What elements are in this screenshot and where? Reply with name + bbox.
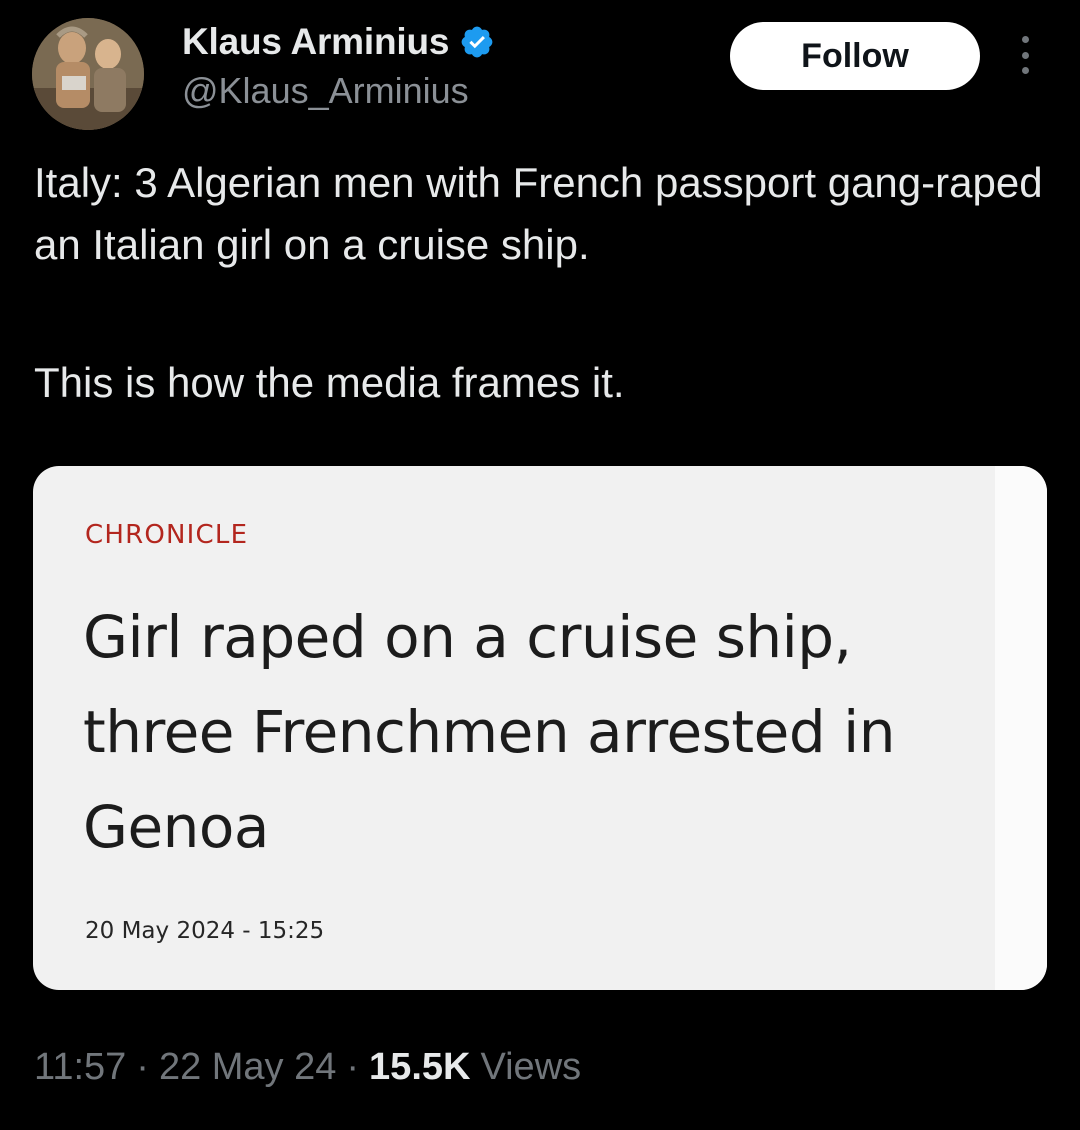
views-count[interactable]: 15.5K bbox=[369, 1046, 470, 1089]
meta-separator: · bbox=[346, 1046, 360, 1088]
verified-badge-icon bbox=[459, 24, 495, 60]
tweet-header: Klaus Arminius @Klaus_Arminius Follow bbox=[32, 10, 1048, 130]
tweet-paragraph: Italy: 3 Algerian men with French passpo… bbox=[34, 159, 1043, 268]
more-vertical-icon[interactable] bbox=[1008, 32, 1042, 78]
author-block[interactable]: Klaus Arminius @Klaus_Arminius bbox=[182, 18, 495, 112]
article-date: 20 May 2024 - 15:25 bbox=[85, 918, 325, 944]
tweet-text: Italy: 3 Algerian men with French passpo… bbox=[34, 152, 1044, 414]
meta-separator: · bbox=[136, 1046, 149, 1088]
tweet-meta: 11:57 · 22 May 24 · 15.5K Views bbox=[34, 1046, 581, 1089]
display-name[interactable]: Klaus Arminius bbox=[182, 21, 449, 63]
author-handle[interactable]: @Klaus_Arminius bbox=[182, 70, 495, 112]
follow-button[interactable]: Follow bbox=[730, 22, 980, 90]
avatar[interactable] bbox=[32, 18, 144, 130]
views-label: Views bbox=[480, 1046, 582, 1088]
article-section-label: CHRONICLE bbox=[85, 520, 249, 550]
card-edge bbox=[995, 466, 1047, 990]
tweet-date[interactable]: 22 May 24 bbox=[159, 1046, 336, 1089]
tweet-time[interactable]: 11:57 bbox=[34, 1046, 126, 1089]
article-headline: Girl raped on a cruise ship, three Frenc… bbox=[83, 603, 895, 861]
tweet-paragraph: This is how the media frames it. bbox=[34, 359, 625, 406]
embedded-article-image[interactable]: CHRONICLE Girl raped on a cruise ship, t… bbox=[33, 466, 1047, 990]
